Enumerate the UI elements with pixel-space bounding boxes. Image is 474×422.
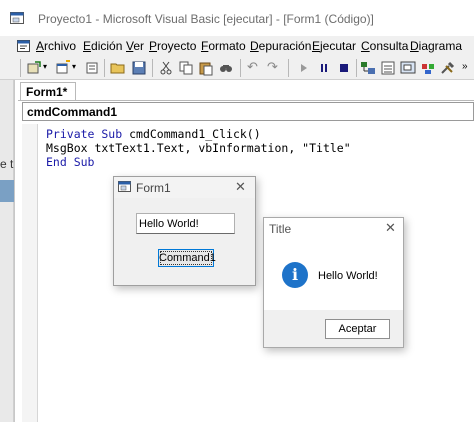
form-layout-icon[interactable] bbox=[400, 60, 416, 76]
menu-editor-icon[interactable] bbox=[84, 60, 100, 76]
add-form-icon[interactable] bbox=[55, 60, 71, 76]
form1-window: Form1 ✕ Hello World! Command1 bbox=[113, 176, 256, 286]
code-line: Private Sub cmdCommand1_Click() bbox=[46, 127, 261, 141]
form1-title: Form1 bbox=[136, 181, 171, 195]
paste-icon[interactable] bbox=[198, 60, 214, 76]
object-browser-icon[interactable] bbox=[420, 60, 436, 76]
cut-icon[interactable] bbox=[158, 60, 174, 76]
chevron-down-icon[interactable]: ▾ bbox=[72, 62, 76, 71]
code-line: End Sub bbox=[46, 155, 95, 169]
project-explorer-icon[interactable] bbox=[360, 60, 376, 76]
command1-button[interactable]: Command1 bbox=[158, 249, 216, 267]
find-icon[interactable] bbox=[218, 60, 234, 76]
menu-diagrama[interactable]: Diagrama bbox=[410, 39, 462, 53]
message-box: Title ✕ i Hello World! Aceptar bbox=[263, 217, 404, 348]
code-editor[interactable]: Private Sub cmdCommand1_Click() MsgBox t… bbox=[38, 124, 474, 422]
information-icon: i bbox=[282, 262, 308, 288]
menu-edicion[interactable]: Edición bbox=[83, 39, 122, 53]
title-bar: Proyecto1 - Microsoft Visual Basic [ejec… bbox=[0, 0, 474, 36]
close-icon[interactable]: ✕ bbox=[385, 220, 396, 236]
menu-depuracion[interactable]: Depuración bbox=[250, 39, 311, 53]
window-title: Proyecto1 - Microsoft Visual Basic [ejec… bbox=[38, 12, 374, 26]
toolbar: ▾ ▾ ↶ ↷ » bbox=[0, 56, 474, 80]
background-window-selection bbox=[0, 180, 14, 202]
stop-icon[interactable] bbox=[336, 60, 352, 76]
ok-button[interactable]: Aceptar bbox=[325, 319, 390, 339]
toolbar-overflow-icon[interactable]: » bbox=[462, 61, 468, 72]
copy-icon[interactable] bbox=[178, 60, 194, 76]
background-window-text: e t bbox=[0, 157, 14, 171]
vb-app-icon bbox=[10, 12, 24, 24]
menu-ejecutar[interactable]: Ejecutar bbox=[312, 39, 356, 53]
tab-form1-code[interactable]: Form1* bbox=[20, 82, 76, 101]
properties-window-icon[interactable] bbox=[380, 60, 396, 76]
redo-icon[interactable]: ↷ bbox=[267, 59, 278, 75]
text-input[interactable]: Hello World! bbox=[136, 213, 235, 234]
form1-title-bar[interactable]: Form1 ✕ bbox=[114, 177, 255, 198]
open-folder-icon[interactable] bbox=[110, 60, 126, 76]
close-icon[interactable]: ✕ bbox=[235, 179, 246, 195]
message-box-title: Title bbox=[269, 222, 292, 236]
object-dropdown[interactable]: cmdCommand1 bbox=[22, 102, 474, 121]
menu-archivo[interactable]: Archivo bbox=[36, 39, 76, 53]
menu-proyecto[interactable]: Proyecto bbox=[149, 39, 196, 53]
run-icon[interactable] bbox=[296, 60, 312, 76]
message-text: Hello World! bbox=[318, 270, 378, 282]
undo-icon[interactable]: ↶ bbox=[247, 59, 258, 75]
toolbox-icon[interactable] bbox=[440, 60, 456, 76]
menu-consulta[interactable]: Consulta bbox=[361, 39, 408, 53]
code-line: MsgBox txtText1.Text, vbInformation, "Ti… bbox=[46, 141, 351, 155]
chevron-down-icon[interactable]: ▾ bbox=[43, 62, 47, 71]
code-window-icon bbox=[17, 40, 30, 52]
background-window-edge bbox=[0, 80, 14, 422]
form-icon bbox=[118, 181, 131, 192]
menu-bar: Archivo Edición Ver Proyecto Formato Dep… bbox=[0, 36, 474, 56]
add-project-icon[interactable] bbox=[26, 60, 42, 76]
save-icon[interactable] bbox=[131, 60, 147, 76]
command1-button-label: Command1 bbox=[159, 252, 216, 264]
pause-icon[interactable] bbox=[316, 60, 332, 76]
menu-formato[interactable]: Formato bbox=[201, 39, 246, 53]
code-margin bbox=[22, 124, 38, 422]
menu-ver[interactable]: Ver bbox=[126, 39, 144, 53]
tab-divider bbox=[18, 100, 474, 101]
